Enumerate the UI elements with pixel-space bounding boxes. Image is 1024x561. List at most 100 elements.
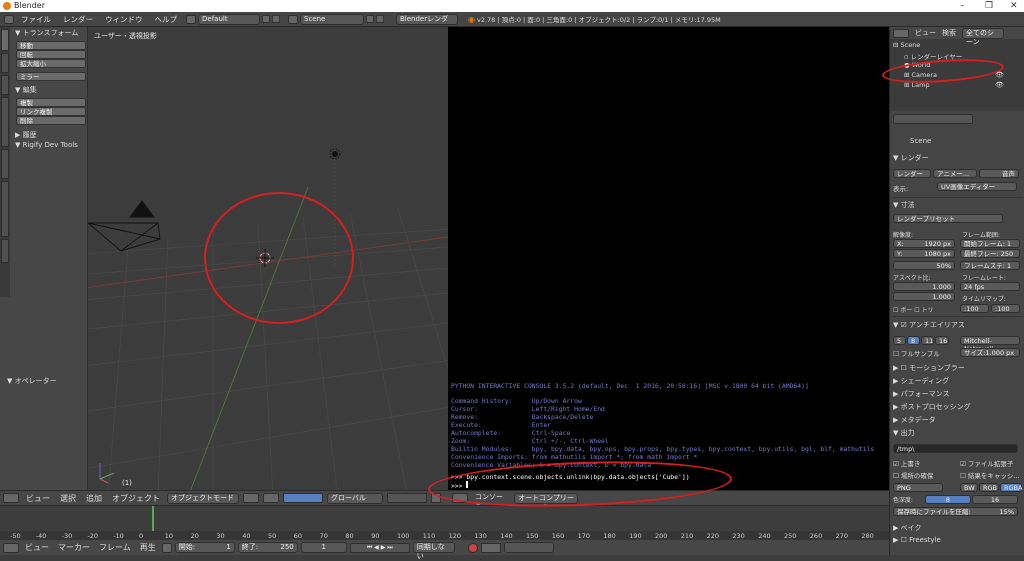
menu-view[interactable]: ビュー — [23, 493, 53, 504]
tab-create[interactable] — [1, 53, 9, 73]
scene-selector[interactable]: Scene — [300, 13, 364, 25]
fps-selector[interactable]: 24 fps — [960, 282, 1020, 291]
keying-set-field[interactable] — [503, 542, 554, 553]
menu-search[interactable]: 検索 — [942, 28, 956, 38]
editor-type-icon[interactable] — [893, 28, 909, 38]
filter-size-field[interactable]: サイズ:1.000 px — [960, 348, 1020, 357]
layers-icon[interactable] — [387, 493, 427, 503]
output-panel-header[interactable]: ▼ 出力 — [893, 428, 915, 438]
duplicate-button[interactable]: 複製 — [16, 98, 86, 107]
animation-button[interactable]: アニメー... — [933, 169, 977, 178]
end-frame-field[interactable]: 終了: 250 — [237, 542, 298, 553]
frame-step-field[interactable]: フレームステ: 1 — [960, 261, 1020, 270]
record-icon[interactable] — [161, 542, 172, 553]
python-console[interactable]: PYTHON INTERACTIVE CONSOLE 3.5.2 (defaul… — [448, 27, 889, 490]
menu-add[interactable]: 追加 — [83, 493, 105, 504]
outliner-filter[interactable]: 全てのシーン — [962, 27, 1004, 46]
render-panel-header[interactable]: ▼ レンダー — [893, 153, 929, 163]
freestyle-panel-header[interactable]: ▶ ☐ Freestyle — [893, 536, 941, 544]
scene-icon[interactable] — [288, 14, 298, 24]
visibility-icon[interactable]: 👁 — [995, 81, 1004, 89]
border-checkbox[interactable]: ☐ ボー ☐ トリ — [893, 305, 934, 314]
keyset-icon[interactable] — [480, 542, 501, 553]
editor-type-icon[interactable] — [3, 542, 19, 553]
edit-header[interactable]: ▼ 編集 — [12, 85, 88, 95]
timeline-editor[interactable]: -50 -40 -30 -20 -10 0 10 20 30 40 50 60 70 80 90 100 110… — [0, 505, 889, 540]
audio-button[interactable]: 音声 — [979, 169, 1019, 178]
aa-filter-selector[interactable]: Mitchell-Netravali — [960, 336, 1020, 353]
panel-header[interactable]: ▶ ポストプロセッシング — [893, 402, 971, 412]
operator-header[interactable]: ▼ オペレーター — [4, 376, 57, 386]
menu-select[interactable]: 選択 — [57, 493, 79, 504]
remap-old-field[interactable]: :100 — [960, 304, 989, 313]
shading-icon[interactable] — [243, 493, 259, 503]
link-duplicate-button[interactable]: リンク複製 — [16, 107, 86, 116]
color-bw-button[interactable]: BW — [960, 483, 978, 492]
color-rgba-button[interactable]: RGBA — [1000, 483, 1022, 492]
overwrite-checkbox[interactable]: ☑ 上書き — [893, 458, 920, 468]
file-format-selector[interactable]: PNG — [893, 483, 943, 492]
resolution-percent-field[interactable]: 50% — [893, 261, 955, 270]
menu-frame[interactable]: フレーム — [96, 542, 134, 553]
tab-animation[interactable] — [1, 97, 9, 147]
camera-object[interactable] — [88, 200, 161, 252]
remap-new-field[interactable]: :100 — [991, 304, 1020, 313]
manipulator-icon[interactable] — [283, 493, 323, 503]
menu-help[interactable]: ヘルプ — [150, 14, 183, 25]
compression-slider[interactable]: 保存時にファイルを圧縮: 15% — [893, 507, 1018, 516]
panel-header[interactable]: ▶ ☐ モーションブラー — [893, 363, 965, 373]
maximize-icon[interactable]: ❐ — [985, 0, 993, 12]
current-frame-field[interactable]: 1 — [300, 542, 347, 553]
keying-icon[interactable] — [467, 542, 478, 553]
display-selector[interactable]: UV画像エディター — [937, 182, 1017, 191]
placeholders-checkbox[interactable]: ☐ 場所の確保 — [893, 470, 933, 480]
layout-add-icon[interactable] — [262, 15, 270, 23]
layout-selector[interactable]: Default — [198, 13, 260, 25]
rotate-button[interactable]: 回転 — [16, 50, 86, 59]
current-frame-line[interactable] — [152, 506, 154, 531]
history-header[interactable]: ▶ 履歴 — [12, 130, 88, 140]
panel-header[interactable]: ▶ メタデータ — [893, 415, 936, 425]
menu-window[interactable]: ウィンドウ — [100, 14, 148, 25]
panel-header[interactable]: ▶ パフォーマンス — [893, 389, 949, 399]
orientation-selector[interactable]: グローバル — [327, 492, 383, 504]
render-engine-selector[interactable]: Blenderレンダー — [396, 13, 458, 32]
depth-8-button[interactable]: 8 — [925, 495, 971, 504]
aspect-y-field[interactable]: 1.000 — [893, 292, 955, 301]
menu-view[interactable]: ビュー — [915, 28, 936, 38]
tab-grease-pencil[interactable] — [1, 181, 9, 237]
render-preset-selector[interactable]: レンダープリセット — [893, 214, 1003, 223]
tab-tools[interactable] — [1, 29, 9, 51]
editor-type-icon[interactable] — [4, 14, 14, 24]
mirror-button[interactable]: ミラー — [16, 72, 86, 81]
render-button[interactable]: レンダー — [893, 169, 931, 178]
menu-file[interactable]: ファイル — [16, 14, 56, 25]
menu-view[interactable]: ビュー — [22, 542, 52, 553]
transform-header[interactable]: ▼ トランスフォーム — [12, 28, 88, 38]
playback-controls-icon[interactable]: ⏮ ◀ ▶ ⏭ — [349, 542, 410, 553]
scale-button[interactable]: 拡大縮小 — [16, 59, 86, 68]
dimensions-panel-header[interactable]: ▼ 寸法 — [893, 200, 915, 210]
scene-add-icon[interactable] — [366, 15, 374, 23]
color-rgb-button[interactable]: RGB — [979, 483, 999, 492]
extensions-checkbox[interactable]: ☑ ファイル拡張子 — [960, 458, 1013, 468]
aa-samples-16[interactable]: 16 — [935, 336, 949, 345]
layout-remove-icon[interactable] — [272, 15, 280, 23]
aa-samples-8[interactable]: 8 — [907, 336, 920, 345]
editor-type-icon[interactable] — [3, 493, 19, 503]
pivot-icon[interactable] — [263, 493, 279, 503]
menu-marker[interactable]: マーカー — [55, 542, 93, 553]
close-icon[interactable]: ✕ — [1010, 0, 1018, 12]
outliner-item[interactable]: ⊟ Scene — [893, 41, 920, 49]
timeline-ruler[interactable]: -50 -40 -30 -20 -10 0 10 20 30 40 50 60 70 80 90 100 110… — [0, 531, 889, 540]
aa-samples-11[interactable]: 11 — [921, 336, 934, 345]
rigify-header[interactable]: ▼ Rigify Dev Tools — [12, 140, 88, 150]
cache-checkbox[interactable]: ☐ 結果をキャッシ... — [960, 470, 1020, 480]
tab-misc-tools[interactable] — [1, 239, 9, 263]
translate-button[interactable]: 移動 — [16, 41, 86, 50]
output-path-field[interactable]: /tmp\ — [893, 444, 1018, 453]
tab-physics[interactable] — [1, 149, 9, 179]
tab-relations[interactable] — [1, 75, 9, 95]
start-frame-field[interactable]: 開始: 1 — [174, 542, 235, 553]
bake-panel-header[interactable]: ▶ ベイク — [893, 523, 921, 533]
